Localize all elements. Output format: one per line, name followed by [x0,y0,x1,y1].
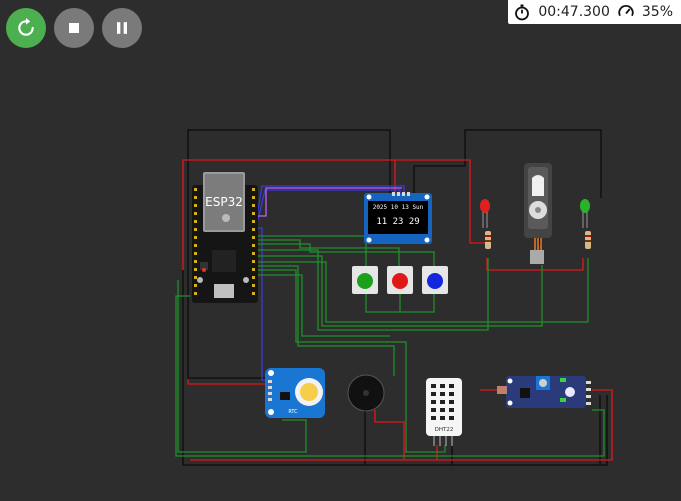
buzzer[interactable] [347,374,385,412]
oled-date: 2025 10 13 Sun [373,204,424,211]
push-button-blue[interactable] [422,266,448,294]
dht22-label: DHT22 [435,427,454,433]
dht22-sensor[interactable]: DHT22 [426,378,462,446]
led-green[interactable] [580,199,590,228]
oled-time: 11 23 29 [376,217,419,227]
push-button-green[interactable] [352,266,378,294]
oled-display[interactable]: 2025 10 13 Sun 11 23 29 [364,192,432,244]
sensor-module[interactable] [497,376,591,408]
resistor-red-led[interactable] [485,231,491,249]
esp32-board[interactable]: ESP32 [192,172,258,303]
push-button-red[interactable] [387,266,413,294]
resistor-green-led[interactable] [585,231,591,249]
rtc-label: RTC [288,409,298,415]
led-red[interactable] [480,199,490,228]
circuit-canvas[interactable]: ESP32 2025 10 13 Sun 11 23 29 RTC DHT22 [0,0,681,501]
esp32-label: ESP32 [205,195,243,209]
servo-motor[interactable] [524,163,552,264]
rtc-module[interactable]: RTC [265,368,325,418]
